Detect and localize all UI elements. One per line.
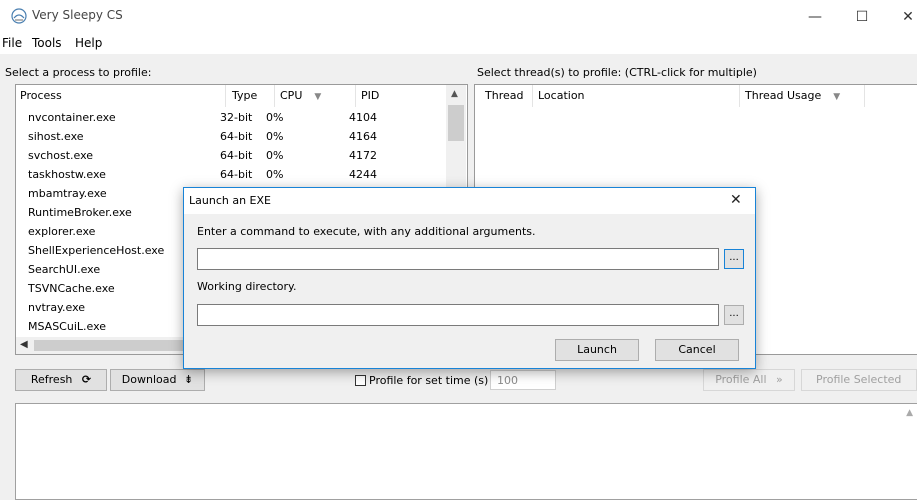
process-list-label: Select a process to profile: <box>5 66 152 79</box>
process-name: svchost.exe <box>28 149 94 162</box>
title-bar: Very Sleepy CS — ☐ ✕ <box>0 0 917 33</box>
process-cpu: 0% <box>266 168 284 181</box>
app-icon <box>11 8 27 24</box>
profile-time-checkbox[interactable] <box>355 375 366 386</box>
process-name: mbamtray.exe <box>28 187 107 200</box>
maximize-button[interactable]: ☐ <box>847 4 877 30</box>
process-pid: 4164 <box>349 130 377 143</box>
process-name: MSASCuiL.exe <box>28 320 107 333</box>
table-row[interactable]: nvcontainer.exe 32-bit 0% 4104 <box>16 109 446 127</box>
process-name: TSVNCache.exe <box>28 282 115 295</box>
table-row[interactable]: svchost.exe 64-bit 0% 4172 <box>16 147 446 165</box>
launch-button[interactable]: Launch <box>555 339 639 361</box>
process-name: sihost.exe <box>28 130 84 143</box>
column-process[interactable]: Process <box>16 85 226 107</box>
process-name: ShellExperienceHost.exe <box>28 244 165 257</box>
menu-tools[interactable]: Tools <box>32 36 62 50</box>
table-row[interactable]: taskhostw.exe 64-bit 0% 4244 <box>16 166 446 184</box>
download-button[interactable]: Download ⇟ <box>110 369 205 391</box>
refresh-label: Refresh <box>30 373 73 386</box>
scroll-left-icon[interactable]: ◀ <box>20 339 28 350</box>
process-cpu: 0% <box>266 130 284 143</box>
menu-file[interactable]: File <box>2 36 22 50</box>
cancel-button[interactable]: Cancel <box>655 339 739 361</box>
column-type[interactable]: Type <box>228 85 275 107</box>
close-button[interactable]: ✕ <box>893 4 917 30</box>
process-pid: 4172 <box>349 149 377 162</box>
profile-time-label: Profile for set time (s) <box>369 374 489 387</box>
scrollbar-thumb[interactable] <box>448 105 464 141</box>
launch-exe-dialog: Launch an EXE ✕ Enter a command to execu… <box>183 187 756 369</box>
scroll-up-icon[interactable]: ▲ <box>451 89 458 99</box>
process-name: nvcontainer.exe <box>28 111 116 124</box>
process-name: RuntimeBroker.exe <box>28 206 132 219</box>
column-pid[interactable]: PID <box>357 85 445 107</box>
dialog-title: Launch an EXE <box>189 194 271 207</box>
refresh-button[interactable]: Refresh ⟳ <box>15 369 107 391</box>
sort-down-icon: ▼ <box>833 92 841 102</box>
dialog-close-icon[interactable]: ✕ <box>730 192 742 208</box>
minimize-button[interactable]: — <box>800 4 830 30</box>
profile-selected-label: Profile Selected <box>816 373 902 386</box>
command-browse-button[interactable]: ... <box>724 249 744 269</box>
process-pid: 4244 <box>349 168 377 181</box>
process-cpu: 0% <box>266 149 284 162</box>
process-name: nvtray.exe <box>28 301 86 314</box>
refresh-icon: ⟳ <box>81 373 92 386</box>
column-thread[interactable]: Thread <box>481 85 533 107</box>
profile-time-value: 100 <box>497 374 518 387</box>
thread-list-label: Select thread(s) to profile: (CTRL-click… <box>477 66 757 79</box>
profile-all-label: Profile All <box>715 373 767 386</box>
process-name: SearchUI.exe <box>28 263 101 276</box>
command-label: Enter a command to execute, with any add… <box>197 225 536 238</box>
profile-selected-button[interactable]: Profile Selected <box>801 369 917 391</box>
workdir-input[interactable] <box>197 304 719 326</box>
hscrollbar-thumb[interactable] <box>34 340 194 351</box>
download-label: Download <box>121 373 177 386</box>
dialog-title-bar: Launch an EXE ✕ <box>184 188 755 214</box>
column-thread-usage-label: Thread Usage <box>745 89 822 102</box>
sort-down-icon: ▼ <box>314 92 322 102</box>
window-title: Very Sleepy CS <box>32 8 123 22</box>
column-location[interactable]: Location <box>534 85 740 107</box>
column-thread-usage[interactable]: Thread Usage ▼ <box>741 85 865 107</box>
download-arrow-icon: ⇟ <box>183 373 194 386</box>
process-type: 32-bit <box>220 111 253 124</box>
process-pid: 4104 <box>349 111 377 124</box>
profile-time-input[interactable]: 100 <box>490 370 556 390</box>
table-row[interactable]: sihost.exe 64-bit 0% 4164 <box>16 128 446 146</box>
process-list-header: Process Type CPU ▼ PID <box>16 85 467 107</box>
process-name: explorer.exe <box>28 225 96 238</box>
process-type: 64-bit <box>220 149 253 162</box>
workdir-label: Working directory. <box>197 280 297 293</box>
thread-list-header: Thread Location Thread Usage ▼ <box>475 85 917 107</box>
process-name: taskhostw.exe <box>28 168 106 181</box>
menu-help[interactable]: Help <box>75 36 102 50</box>
process-type: 64-bit <box>220 168 253 181</box>
process-cpu: 0% <box>266 111 284 124</box>
profile-all-button[interactable]: Profile All » <box>703 369 795 391</box>
command-input[interactable] <box>197 248 719 270</box>
fast-forward-icon: » <box>776 373 783 386</box>
process-type: 64-bit <box>220 130 253 143</box>
log-area[interactable]: ▲ <box>15 403 917 500</box>
log-scroll-up-icon[interactable]: ▲ <box>906 408 913 418</box>
workdir-browse-button[interactable]: ... <box>724 305 744 325</box>
column-cpu-label: CPU <box>280 89 303 102</box>
column-cpu[interactable]: CPU ▼ <box>276 85 356 107</box>
